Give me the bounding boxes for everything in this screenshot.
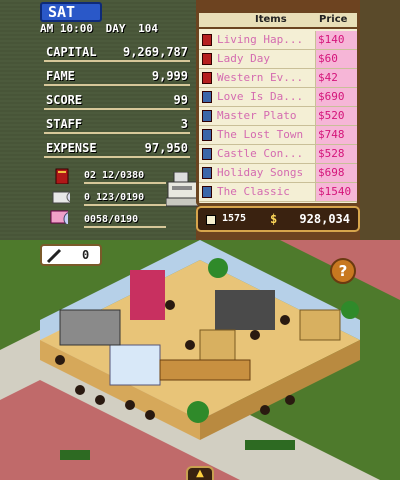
stat-fame: FAME 9,999 [44, 66, 190, 86]
book-icon [55, 168, 69, 184]
item-row[interactable]: Love Is Da... $690 [199, 88, 357, 107]
pencil-icon [46, 248, 62, 264]
dvd-icon [202, 148, 212, 160]
book-icon [202, 34, 212, 46]
price-column-header: Price [319, 14, 348, 25]
item-price: $60 [315, 50, 357, 68]
dvd-icon [202, 91, 212, 103]
inventory-books: 02 12/0380 [84, 168, 166, 184]
item-title: The Lost Town [217, 128, 304, 141]
currency-symbol: $ [270, 212, 278, 226]
item-row[interactable]: Lady Day $60 [199, 50, 357, 69]
item-price: $1540 [315, 183, 357, 201]
day-of-week-badge: SAT [40, 2, 102, 22]
stat-expense: EXPENSE 97,950 [44, 138, 190, 158]
dvd-icon [202, 110, 212, 122]
item-price: $698 [315, 164, 357, 182]
stat-staff: STAFF 3 [44, 114, 190, 134]
stat-label: STAFF [46, 117, 83, 131]
item-sales-list: Items Price Living Hap... $140 Lady Day $60… [196, 10, 360, 206]
stat-capital: CAPITAL 9,269,787 [44, 42, 190, 62]
scroll-up-button[interactable]: ▲ [186, 466, 214, 480]
stat-value: 97,950 [144, 141, 188, 155]
item-title: Western Ev... [217, 71, 304, 84]
stat-score: SCORE 99 [44, 90, 190, 110]
stat-value: 9,999 [151, 69, 188, 83]
sales-total: 928,034 [299, 212, 350, 226]
time-day-row: AM 10:00 DAY 104 [40, 20, 190, 38]
dvd-icon [202, 186, 212, 198]
item-row[interactable]: Master Plato $520 [199, 107, 357, 126]
list-header: Items Price [199, 13, 357, 29]
staff-tool-count: 0 [82, 248, 90, 262]
inventory-dvds: 0058/0190 [84, 212, 166, 228]
dvd-icon [202, 167, 212, 179]
item-title: Holiday Songs [217, 166, 304, 179]
stat-value: 9,269,787 [122, 45, 188, 59]
stat-label: SCORE [46, 93, 83, 107]
book-icon [202, 53, 212, 65]
item-title: Master Plato [217, 109, 297, 122]
item-title: Love Is Da... [217, 90, 304, 103]
help-button[interactable]: ? [330, 258, 356, 284]
item-title: Castle Con... [217, 147, 304, 160]
clock-time: AM 10:00 [40, 22, 93, 35]
item-price: $140 [315, 31, 357, 49]
stat-label: CAPITAL [46, 45, 97, 59]
dvd-icon [50, 210, 68, 224]
stat-value: 3 [180, 117, 188, 131]
top-screen: SAT AM 10:00 DAY 104 CAPITAL 9,269,787 F… [0, 0, 400, 240]
item-row[interactable]: The Lost Town $748 [199, 126, 357, 145]
stat-label: FAME [46, 69, 75, 83]
store-view[interactable]: 0 ? ▲ [0, 240, 400, 480]
dvd-icon [202, 129, 212, 141]
item-row[interactable]: Living Hap... $140 [199, 31, 357, 50]
item-price: $520 [315, 107, 357, 125]
day-number: 104 [138, 22, 158, 35]
day-label: DAY [105, 22, 126, 35]
item-title: Lady Day [217, 52, 270, 65]
cd-icon [52, 191, 70, 204]
item-price: $748 [315, 126, 357, 144]
item-price: $528 [315, 145, 357, 163]
book-icon [202, 72, 212, 84]
item-price: $42 [315, 69, 357, 87]
item-row[interactable]: Holiday Songs $698 [199, 164, 357, 183]
item-row[interactable]: Castle Con... $528 [199, 145, 357, 164]
stat-label: EXPENSE [46, 141, 97, 155]
item-row[interactable]: Western Ev... $42 [199, 69, 357, 88]
item-row[interactable]: The Classic $1540 [199, 183, 357, 202]
items-count-icon [206, 215, 216, 225]
list-footer: 1575 $ 928,034 [196, 206, 360, 232]
staff-tool-box[interactable]: 0 [40, 244, 102, 266]
item-price: $690 [315, 88, 357, 106]
inventory-cds: 0 123/0190 [84, 190, 166, 206]
top-right-margin [360, 0, 400, 240]
cash-register-icon [166, 172, 200, 207]
items-column-header: Items [255, 14, 287, 25]
item-title: The Classic [217, 185, 290, 198]
item-title: Living Hap... [217, 33, 304, 46]
stat-value: 99 [173, 93, 188, 107]
items-sold-count: 1575 [222, 213, 247, 224]
